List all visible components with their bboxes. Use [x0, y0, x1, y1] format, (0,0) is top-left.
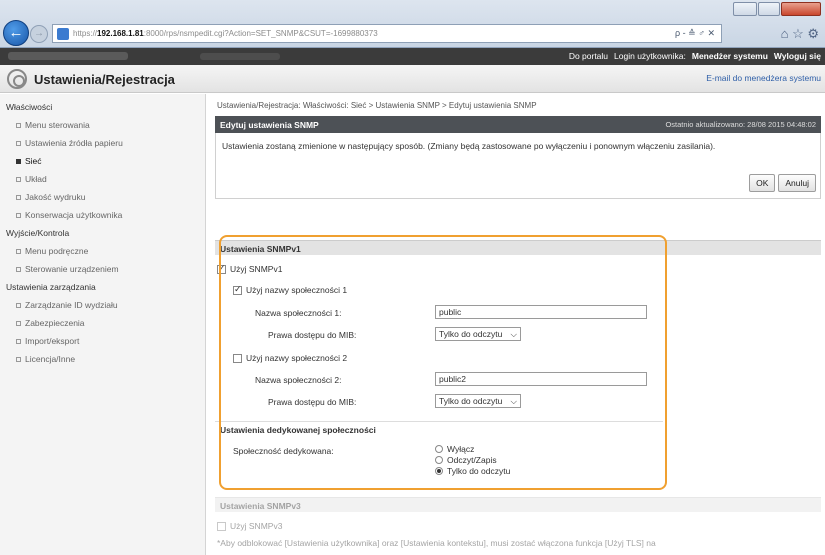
- community2-name-label: Nazwa społeczności 2:: [255, 375, 342, 385]
- sidebar-group-management[interactable]: Ustawienia zarządzania: [0, 278, 205, 296]
- ok-button[interactable]: OK: [749, 174, 776, 192]
- use-community2-label: Użyj nazwy społeczności 2: [246, 353, 348, 363]
- sidebar-item-quick-menu[interactable]: Menu podręczne: [0, 242, 205, 260]
- minimize-button[interactable]: [733, 2, 757, 16]
- page-title: Ustawienia/Rejestracja: [34, 72, 175, 87]
- mib2-access-label: Prawa dostępu do MIB:: [268, 397, 357, 407]
- bullet-icon: [16, 140, 21, 146]
- bullet-icon: [16, 266, 21, 272]
- bullet-icon: [16, 212, 21, 218]
- chevron-down-icon: ⌵: [510, 395, 517, 406]
- bullet-icon: [16, 194, 21, 200]
- sidebar-item-security[interactable]: Zabezpieczenia: [0, 314, 205, 332]
- dedicated-label: Społeczność dedykowana:: [233, 446, 334, 456]
- info-message: Ustawienia zostaną zmienione w następują…: [222, 141, 716, 151]
- url-text: https://192.168.1.81:8000/rps/nsmpedit.c…: [73, 29, 378, 38]
- snmpv1-section: Ustawienia SNMPv1: [215, 240, 821, 255]
- sidebar-item-department-id[interactable]: Zarządzanie ID wydziału: [0, 296, 205, 314]
- main-content: Ustawienia/Rejestracja: Właściwości: Sie…: [213, 94, 825, 548]
- bullet-icon: [16, 176, 21, 182]
- browser-chrome: ← → https://192.168.1.81:8000/rps/nsmped…: [0, 0, 825, 48]
- login-user: Menedżer systemu: [691, 51, 768, 61]
- address-tools[interactable]: ρ - ≙ ♂ ✕: [675, 28, 721, 39]
- use-community1-row[interactable]: Użyj nazwy społeczności 1: [233, 284, 348, 295]
- browser-toolbar-icons[interactable]: ⌂ ☆ ⚙: [781, 26, 819, 42]
- last-updated: Ostatnio aktualizowano: 28/08 2015 04:48…: [665, 120, 816, 129]
- dedicated-option-disable[interactable]: Wyłącz: [435, 444, 474, 454]
- panel-header: Edytuj ustawienia SNMP Ostatnio aktualiz…: [215, 116, 821, 133]
- bullet-icon: [16, 122, 21, 128]
- forward-button[interactable]: →: [30, 25, 48, 43]
- portal-link[interactable]: Do portalu: [569, 51, 608, 61]
- sidebar-item-user-maintenance[interactable]: Konserwacja użytkownika: [0, 206, 205, 224]
- use-snmpv3-row[interactable]: Użyj SNMPv3: [217, 521, 282, 531]
- maximize-button[interactable]: [758, 2, 780, 16]
- bullet-icon: [16, 338, 21, 344]
- breadcrumb: Ustawienia/Rejestracja: Właściwości: Sie…: [217, 101, 537, 110]
- sidebar-item-layout[interactable]: Układ: [0, 170, 205, 188]
- sidebar-group-output[interactable]: Wyjście/Kontrola: [0, 224, 205, 242]
- back-button[interactable]: ←: [3, 20, 29, 46]
- sidebar: Właściwości Menu sterowania Ustawienia ź…: [0, 94, 206, 555]
- bullet-icon: [16, 320, 21, 326]
- window-controls: [733, 2, 821, 16]
- radio-disable[interactable]: [435, 445, 443, 453]
- sidebar-item-paper-source[interactable]: Ustawienia źródła papieru: [0, 134, 205, 152]
- sidebar-group-properties[interactable]: Właściwości: [0, 98, 205, 116]
- settings-gear-icon: [7, 69, 27, 89]
- sidebar-item-network[interactable]: Sieć: [0, 152, 205, 170]
- cancel-button[interactable]: Anuluj: [778, 174, 816, 192]
- close-window-button[interactable]: [781, 2, 821, 16]
- mib1-access-label: Prawa dostępu do MIB:: [268, 330, 357, 340]
- snmpv3-note: *Aby odblokować [Ustawienia użytkownika]…: [217, 538, 656, 548]
- mib2-access-select[interactable]: Tylko do odczytu ⌵: [435, 394, 521, 408]
- dedicated-option-readonly[interactable]: Tylko do odczytu: [435, 466, 510, 476]
- snmpv1-heading: Ustawienia SNMPv1: [215, 240, 821, 255]
- blurred-device-name: [8, 52, 128, 60]
- sidebar-item-device-control[interactable]: Sterowanie urządzeniem: [0, 260, 205, 278]
- use-snmpv3-label: Użyj SNMPv3: [230, 521, 283, 531]
- use-snmpv3-checkbox[interactable]: [217, 521, 226, 531]
- bullet-icon: [16, 356, 21, 362]
- use-community2-checkbox[interactable]: [233, 353, 242, 363]
- use-community1-label: Użyj nazwy społeczności 1: [246, 285, 348, 295]
- bullet-icon: [16, 158, 21, 164]
- blurred-device-info: [200, 53, 280, 60]
- edit-panel: Edytuj ustawienia SNMP Ostatnio aktualiz…: [215, 116, 821, 199]
- mail-admin-link[interactable]: E-mail do menedżera systemu: [706, 73, 821, 83]
- bullet-icon: [16, 248, 21, 254]
- radio-readwrite[interactable]: [435, 456, 443, 464]
- use-snmpv1-checkbox[interactable]: [217, 263, 226, 274]
- community1-name-label: Nazwa społeczności 1:: [255, 308, 342, 318]
- use-community2-row[interactable]: Użyj nazwy społeczności 2: [233, 353, 347, 363]
- community1-name-input[interactable]: public: [435, 305, 647, 319]
- dedicated-section: Ustawienia dedykowanej społeczności: [215, 421, 663, 436]
- community2-name-input[interactable]: public2: [435, 372, 647, 386]
- panel-title: Edytuj ustawienia SNMP: [220, 120, 319, 130]
- top-bar: Do portalu Login użytkownika: Menedżer s…: [0, 48, 825, 65]
- use-snmpv1-row[interactable]: Użyj SNMPv1: [217, 263, 283, 274]
- dedicated-heading: Ustawienia dedykowanej społeczności: [215, 421, 663, 436]
- snmpv3-section: Ustawienia SNMPv3: [215, 497, 821, 512]
- login-label: Login użytkownika:: [614, 51, 686, 61]
- sidebar-item-import-export[interactable]: Import/eksport: [0, 332, 205, 350]
- bullet-icon: [16, 302, 21, 308]
- sidebar-item-print-quality[interactable]: Jakość wydruku: [0, 188, 205, 206]
- panel-message: Ustawienia zostaną zmienione w następują…: [215, 133, 821, 199]
- site-favicon-icon: [57, 27, 69, 40]
- sidebar-item-license[interactable]: Licencja/Inne: [0, 350, 205, 368]
- mib1-access-select[interactable]: Tylko do odczytu ⌵: [435, 327, 521, 341]
- chevron-down-icon: ⌵: [510, 328, 517, 339]
- radio-readonly[interactable]: [435, 467, 443, 475]
- snmpv3-heading: Ustawienia SNMPv3: [215, 497, 821, 512]
- logout-link[interactable]: Wyloguj się: [774, 51, 821, 61]
- use-community1-checkbox[interactable]: [233, 284, 242, 295]
- address-bar[interactable]: https://192.168.1.81:8000/rps/nsmpedit.c…: [52, 24, 722, 43]
- page-header: Ustawienia/Rejestracja E-mail do menedże…: [0, 65, 825, 93]
- use-snmpv1-label: Użyj SNMPv1: [230, 264, 283, 274]
- sidebar-item-control-menu[interactable]: Menu sterowania: [0, 116, 205, 134]
- dedicated-option-readwrite[interactable]: Odczyt/Zapis: [435, 455, 497, 465]
